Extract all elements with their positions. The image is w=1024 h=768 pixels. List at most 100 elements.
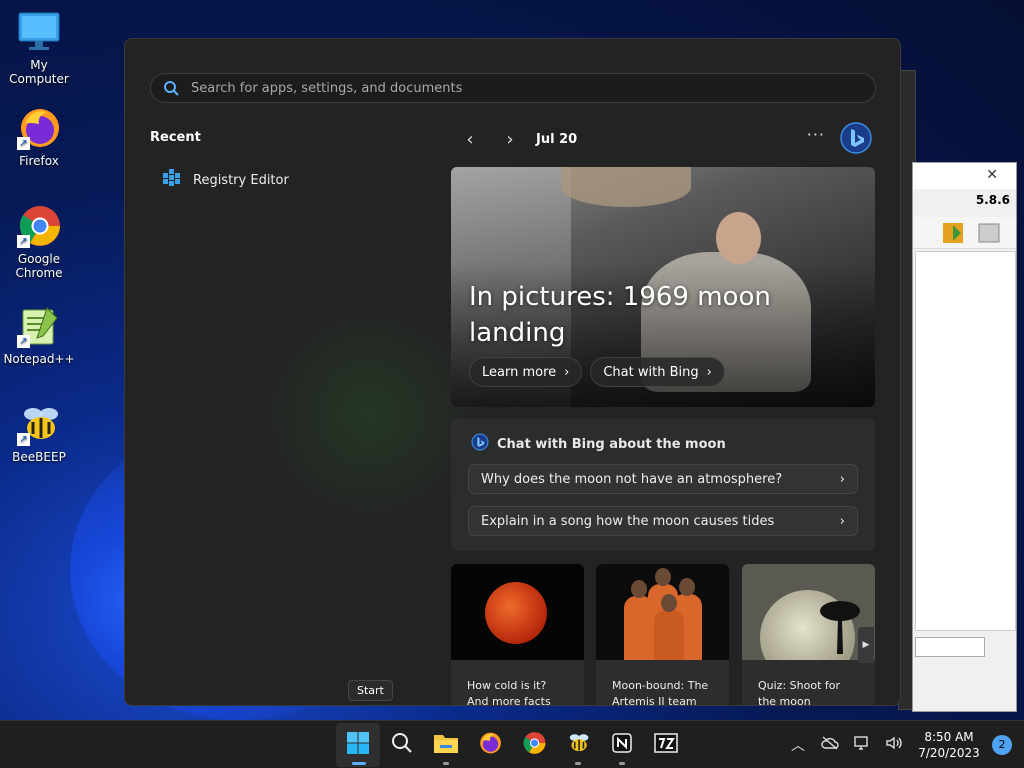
hero-title: In pictures: 1969 moon landing [469, 282, 771, 348]
chevron-right-icon: › [706, 364, 712, 380]
notification-badge[interactable]: 2 [992, 735, 1012, 755]
clock[interactable]: 8:50 AM 7/20/2023 [910, 729, 988, 761]
clock-time: 8:50 AM [924, 730, 974, 744]
background-app-toolbar [913, 217, 1016, 249]
search-input[interactable] [191, 80, 875, 96]
chat-with-bing-label: Chat with Bing [603, 364, 699, 380]
start-menu: Recent Registry Editor ‹ › Jul 20 ··· In… [124, 38, 901, 706]
running-indicator [443, 762, 449, 765]
taskbar-7zip[interactable] [644, 723, 688, 767]
search-icon [151, 80, 191, 96]
7zip-icon [654, 732, 678, 758]
chevron-right-icon: › [839, 471, 845, 487]
news-card-caption: Quiz: Shoot for the moon [758, 679, 841, 706]
volume-icon[interactable] [878, 735, 910, 755]
monitor-icon [17, 10, 61, 54]
news-card-caption: How cold is it? And more facts [467, 679, 551, 706]
background-app-pane [915, 251, 1016, 631]
bee-icon [566, 731, 590, 759]
shortcut-arrow-icon: ↗ [17, 137, 30, 150]
windows-icon [346, 731, 370, 759]
taskbar: ︿ 8:50 AM 7/20/2023 2 [0, 720, 1024, 768]
desktop-icon-label: Google Chrome [15, 252, 63, 280]
search-icon [391, 732, 413, 758]
widget-nav: ‹ › Jul 20 ··· [450, 122, 875, 154]
desktop-icon-label: My Computer [9, 58, 69, 86]
firefox-icon [478, 731, 502, 759]
chevron-right-icon: › [564, 364, 570, 380]
taskbar-search-button[interactable] [380, 723, 424, 767]
next-day-button[interactable]: › [490, 129, 530, 150]
red-moon-shape [485, 582, 547, 644]
background-app-input[interactable] [915, 637, 985, 657]
notepadpp-icon: ↗ [17, 304, 61, 348]
close-icon[interactable]: ✕ [986, 167, 998, 183]
registry-editor-icon [161, 167, 183, 193]
bing-icon[interactable] [839, 121, 873, 155]
recent-item-registry-editor[interactable]: Registry Editor [161, 167, 289, 193]
chat-question-tides[interactable]: Explain in a song how the moon causes ti… [468, 506, 858, 536]
more-options-button[interactable]: ··· [807, 125, 825, 144]
moon-tree-image [742, 564, 875, 660]
chrome-icon [522, 731, 546, 759]
bing-chat-card: Chat with Bing about the moon Why does t… [451, 419, 875, 551]
search-box[interactable] [150, 73, 876, 103]
chrome-icon: ↗ [17, 204, 61, 248]
background-app-titlebar[interactable]: ✕ [913, 163, 1016, 189]
learn-more-button[interactable]: Learn more › [469, 357, 583, 387]
desktop-icon-beebeep[interactable]: ↗ BeeBEEP [0, 402, 78, 464]
news-card-moon-quiz[interactable]: Quiz: Shoot for the moon [742, 564, 875, 706]
chat-card-title: Chat with Bing about the moon [497, 436, 726, 452]
previous-day-button[interactable]: ‹ [450, 129, 490, 150]
desktop-icon-my-computer[interactable]: My Computer [0, 10, 78, 86]
tree-silhouette [820, 601, 860, 654]
chevron-up-icon[interactable]: ︿ [782, 735, 814, 755]
artemis-crew-image [596, 564, 729, 660]
desktop-icon-chrome[interactable]: ↗ Google Chrome [0, 204, 78, 280]
taskbar-file-explorer[interactable] [424, 723, 468, 767]
taskbar-beebeep[interactable] [556, 723, 600, 767]
chat-question-label: Why does the moon not have an atmosphere… [481, 471, 783, 487]
start-button[interactable] [336, 723, 380, 767]
background-app-window[interactable]: ✕ 5.8.6 [912, 162, 1017, 712]
cloud-off-icon[interactable] [814, 736, 846, 754]
running-indicator [575, 762, 581, 765]
folder-icon [433, 732, 459, 758]
play-right-icon: ▶ [862, 640, 870, 650]
desktop-icon-firefox[interactable]: ↗ Firefox [0, 106, 78, 168]
network-icon[interactable] [846, 735, 878, 755]
news-card-moon-facts[interactable]: How cold is it? And more facts [451, 564, 584, 706]
bee-icon: ↗ [17, 402, 61, 446]
news-card-caption: Moon-bound: The Artemis II team [612, 679, 709, 706]
taskbar-apps [336, 723, 688, 767]
chevron-left-icon: ‹ [466, 128, 474, 150]
news-cards: How cold is it? And more facts Moon-boun… [451, 564, 875, 706]
desktop-icon-label: Notepad++ [3, 352, 75, 366]
hero-card[interactable]: In pictures: 1969 moon landing Learn mor… [451, 167, 875, 407]
running-indicator [619, 762, 625, 765]
chat-card-header: Chat with Bing about the moon [471, 433, 726, 455]
system-tray: ︿ 8:50 AM 7/20/2023 2 [782, 721, 1024, 768]
toolbar-icons [943, 223, 1000, 243]
chevron-right-icon: › [506, 128, 514, 150]
chat-with-bing-button[interactable]: Chat with Bing › [590, 357, 725, 387]
desktop-icon-notepadpp[interactable]: ↗ Notepad++ [0, 304, 78, 366]
chat-question-label: Explain in a song how the moon causes ti… [481, 513, 775, 529]
blood-moon-image [451, 564, 584, 660]
chat-question-atmosphere[interactable]: Why does the moon not have an atmosphere… [468, 464, 858, 494]
chevron-right-icon: › [839, 513, 845, 529]
firefox-icon: ↗ [17, 106, 61, 150]
desktop-icon-label: Firefox [19, 154, 59, 168]
clock-date: 7/20/2023 [918, 746, 980, 760]
bing-icon [471, 433, 489, 455]
start-tooltip: Start [348, 680, 393, 701]
cards-next-button[interactable]: ▶ [858, 627, 874, 663]
taskbar-chrome[interactable] [512, 723, 556, 767]
app-version: 5.8.6 [975, 193, 1010, 207]
hero-buttons: Learn more › Chat with Bing › [469, 357, 725, 387]
taskbar-firefox[interactable] [468, 723, 512, 767]
notion-icon [611, 732, 633, 758]
news-card-artemis[interactable]: Moon-bound: The Artemis II team [596, 564, 729, 706]
taskbar-notion[interactable] [600, 723, 644, 767]
shortcut-arrow-icon: ↗ [17, 235, 30, 248]
